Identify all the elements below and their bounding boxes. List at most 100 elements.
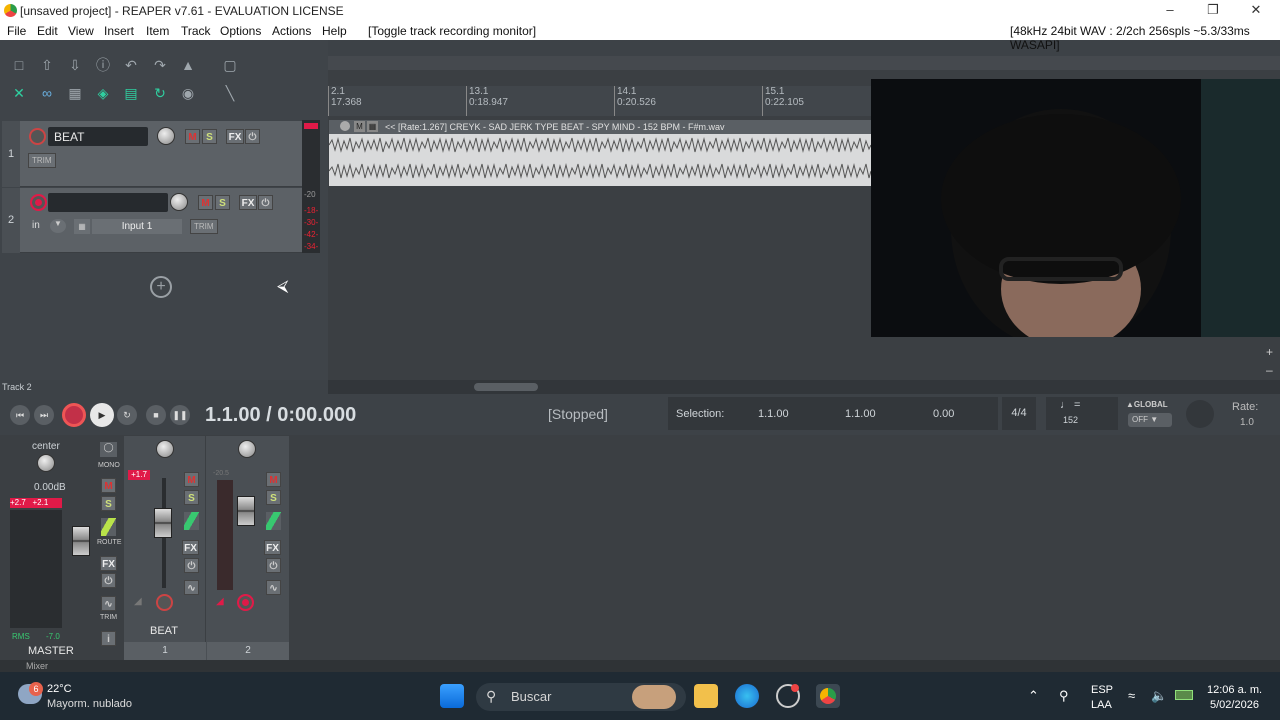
windows-start-icon[interactable]	[440, 684, 464, 708]
solo-button[interactable]: S	[184, 490, 199, 505]
fx-button[interactable]: FX	[264, 540, 281, 555]
link-icon[interactable]: ∞	[37, 84, 57, 102]
menu-insert[interactable]: Insert	[104, 24, 134, 38]
master-fx-bypass-icon[interactable]: ⏻	[101, 573, 116, 588]
trim-label[interactable]: TRIM	[100, 614, 117, 621]
new-project-icon[interactable]: □	[9, 56, 29, 74]
add-track-icon[interactable]: +	[150, 276, 172, 298]
weather-temp[interactable]: 22°C	[47, 683, 72, 695]
chevron-up-icon[interactable]: ⌃	[1028, 688, 1039, 704]
route-icon[interactable]	[101, 518, 116, 536]
trim-button[interactable]: TRIM	[28, 153, 56, 168]
tempo-bpm[interactable]: 152	[1063, 415, 1078, 425]
fx-button[interactable]: FX	[182, 540, 199, 555]
minimize-button[interactable]: –	[1150, 0, 1190, 21]
pan-knob[interactable]	[156, 440, 174, 458]
envelope-tool-icon[interactable]: ╲	[220, 84, 240, 102]
rate-knob[interactable]	[1186, 400, 1214, 428]
route-icon[interactable]	[184, 512, 199, 530]
volume-fader[interactable]	[154, 508, 172, 538]
audio-status[interactable]: [48kHz 24bit WAV : 2/2ch 256spls ~5.3/33…	[1010, 24, 1280, 52]
menu-track[interactable]: Track	[181, 24, 211, 38]
fx-bypass-icon[interactable]: ⏻	[266, 558, 281, 573]
fx-button[interactable]: FX	[226, 129, 244, 144]
last-action-label[interactable]: [Toggle track recording monitor]	[368, 24, 536, 38]
mute-button[interactable]: M	[266, 472, 281, 487]
scroll-thumb[interactable]	[474, 383, 538, 391]
stop-icon[interactable]: ■	[146, 405, 166, 425]
taskbar-search[interactable]: ⚲ Buscar	[476, 683, 686, 711]
trim-button[interactable]: TRIM	[190, 219, 218, 234]
lock-icon[interactable]: ◉	[178, 84, 198, 102]
open-project-icon[interactable]: ⇧	[37, 56, 57, 74]
record-arm-button[interactable]	[237, 594, 254, 611]
peak-indicator[interactable]: -20.5	[213, 470, 229, 477]
track-2-header[interactable]: 2 ◢ M S FX ⏻ in ▼ ▦ Input 1 TRIM	[2, 188, 302, 253]
redo-icon[interactable]: ↷	[150, 56, 170, 74]
master-mute-button[interactable]: M	[101, 478, 116, 493]
global-automation[interactable]: ▲GLOBAL	[1126, 400, 1168, 409]
item-mute-icon[interactable]: M	[354, 121, 365, 132]
horizontal-scrollbar[interactable]	[328, 380, 1280, 394]
menu-edit[interactable]: Edit	[37, 24, 58, 38]
zoom-in-icon[interactable]: +	[1266, 345, 1273, 359]
selection-end[interactable]: 1.1.00	[845, 408, 876, 420]
monitor-icon[interactable]: ◢	[216, 596, 224, 607]
speaker-icon[interactable]: 🔈	[1151, 688, 1167, 704]
fx-bypass-icon[interactable]: ⏻	[245, 129, 260, 144]
battery-icon[interactable]	[1175, 690, 1193, 700]
clock-time[interactable]: 12:06 a. m.	[1207, 684, 1262, 696]
wifi-icon[interactable]: ≈	[1128, 688, 1135, 703]
menu-options[interactable]: Options	[220, 24, 261, 38]
rate-value[interactable]: 1.0	[1240, 417, 1254, 428]
grid-icon[interactable]: ▦	[65, 84, 85, 102]
master-pan-knob[interactable]	[37, 454, 55, 472]
fx-button[interactable]: FX	[239, 195, 257, 210]
input-monitor-label[interactable]: in	[32, 220, 40, 231]
project-settings-icon[interactable]: ⓘ	[93, 56, 113, 74]
audio-item-label[interactable]: << [Rate:1.267] CREYK - SAD JERK TYPE BE…	[329, 120, 871, 134]
selection-start[interactable]: 1.1.00	[758, 408, 789, 420]
pan-knob[interactable]	[238, 440, 256, 458]
record-arm-button[interactable]	[29, 128, 46, 145]
volume-knob[interactable]	[157, 127, 175, 145]
mono-label[interactable]: MONO	[98, 462, 120, 469]
time-display[interactable]: 1.1.00 / 0:00.000	[205, 404, 356, 427]
volume-fader[interactable]	[237, 496, 255, 526]
go-start-icon[interactable]: ⏮	[10, 405, 30, 425]
selection-length[interactable]: 0.00	[933, 408, 954, 420]
input-select[interactable]: Input 1	[92, 219, 182, 234]
menu-item[interactable]: Item	[146, 24, 169, 38]
grid-box-icon[interactable]: ▢	[220, 56, 240, 74]
fx-bypass-icon[interactable]: ⏻	[258, 195, 273, 210]
menu-help[interactable]: Help	[322, 24, 347, 38]
solo-button[interactable]: S	[215, 195, 230, 210]
snap-icon[interactable]: ▤	[121, 84, 141, 102]
timeline-ruler[interactable]: 2.1 17.368 13.1 0:18.947 14.1 0:20.526 15.1…	[328, 86, 871, 116]
master-envelope-icon[interactable]: ∿	[101, 596, 116, 611]
repeat-icon[interactable]: ↻	[117, 405, 137, 425]
track-1-header[interactable]: 1 BEAT M S FX ⏻ TRIM	[2, 121, 302, 187]
clock-date[interactable]: 5/02/2026	[1210, 699, 1259, 711]
mixer-tab-label[interactable]: Mixer	[26, 661, 48, 671]
master-peak-indicator[interactable]: +2.7 +2.1	[10, 498, 62, 508]
mixer-dock-tab[interactable]: Mixer	[0, 660, 1280, 672]
timeline-scroll-area[interactable]	[328, 56, 1280, 70]
record-arm-button[interactable]	[156, 594, 173, 611]
restore-button[interactable]: ❐	[1193, 0, 1233, 21]
play-icon[interactable]: ▶	[90, 403, 114, 427]
info-icon[interactable]: i	[101, 631, 116, 646]
time-signature[interactable]: 4/4	[1002, 397, 1036, 430]
undo-icon[interactable]: ↶	[121, 56, 141, 74]
group-icon[interactable]: ◈	[93, 84, 113, 102]
solo-button[interactable]: S	[202, 129, 217, 144]
edge-icon[interactable]	[735, 684, 759, 708]
close-button[interactable]: ✕	[1236, 0, 1276, 21]
monitor-icon[interactable]: ◢	[134, 596, 142, 607]
mute-button[interactable]: M	[185, 129, 200, 144]
record-arm-button[interactable]	[30, 194, 47, 211]
file-explorer-icon[interactable]	[694, 684, 718, 708]
route-label[interactable]: ROUTE	[97, 539, 122, 546]
loop-icon[interactable]: ↻	[150, 84, 170, 102]
track-name[interactable]	[48, 193, 168, 212]
